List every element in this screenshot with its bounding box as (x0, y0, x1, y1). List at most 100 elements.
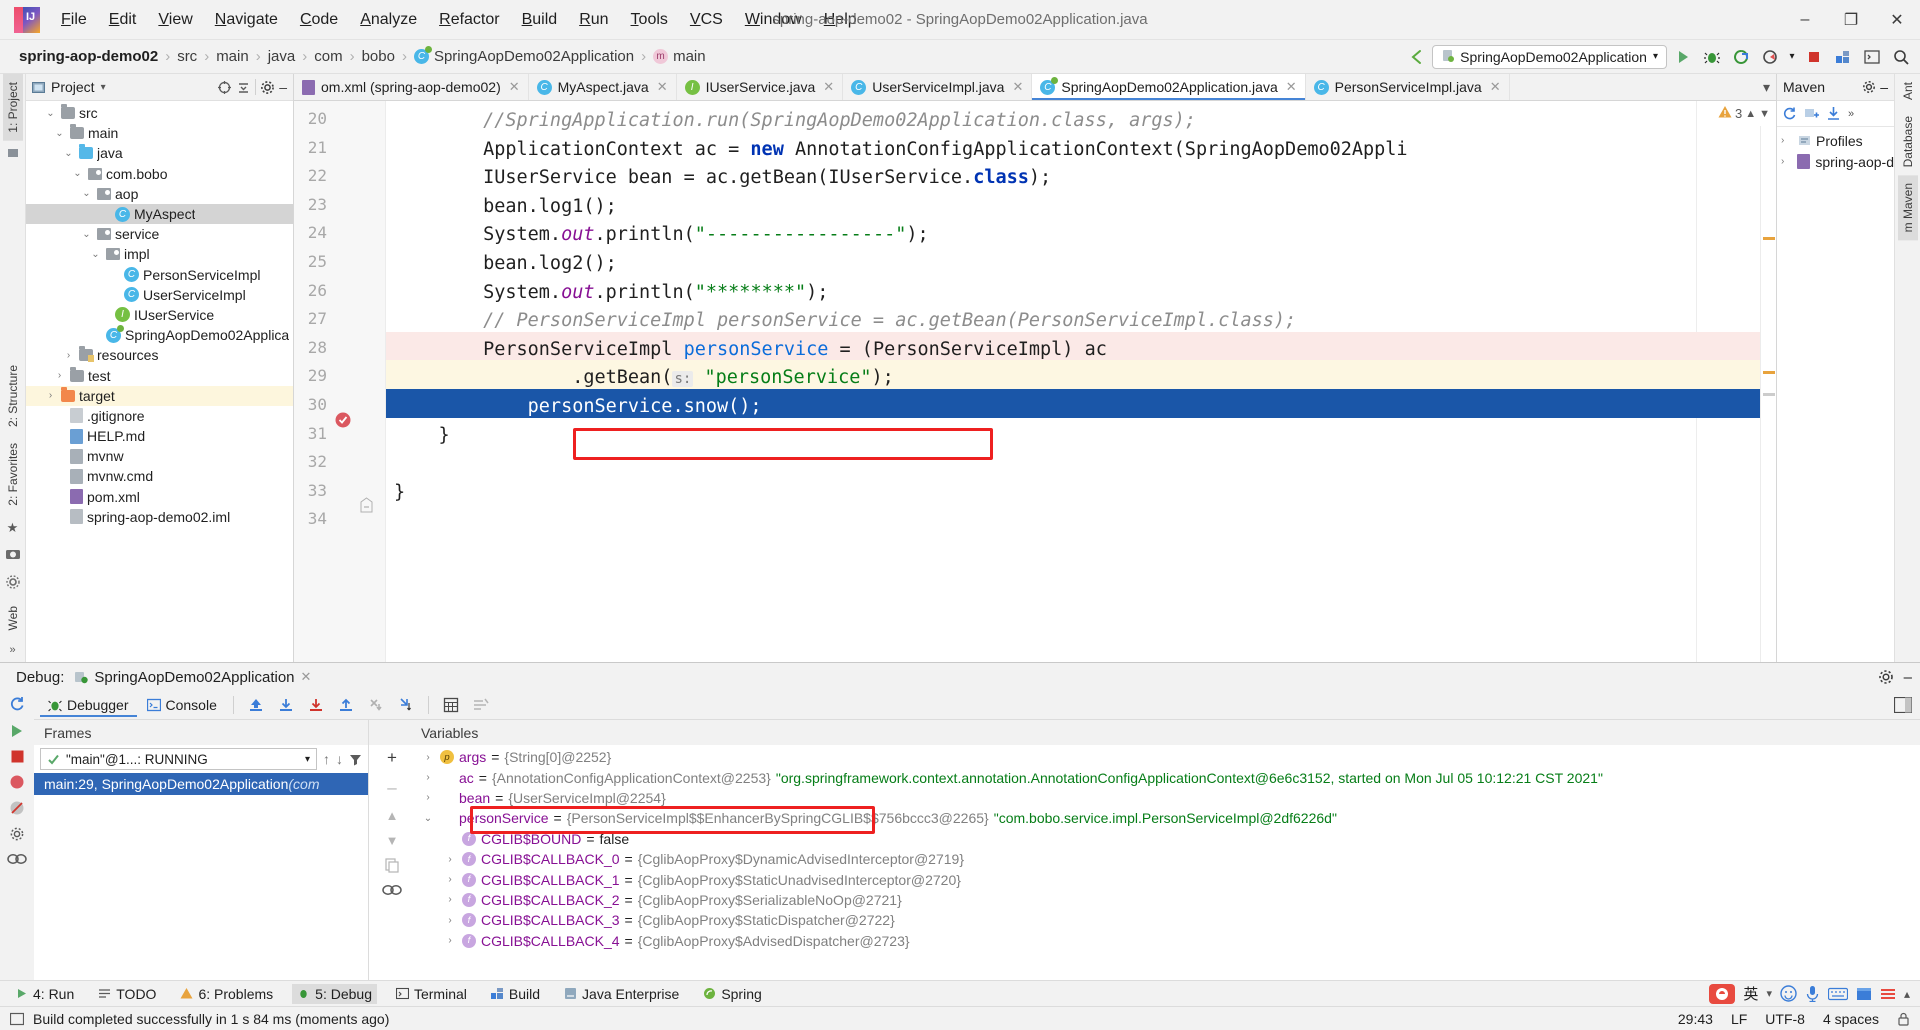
tree-expand-arrow[interactable]: ⌄ (44, 108, 57, 119)
sidebar-tab-web[interactable]: Web (3, 598, 23, 638)
menu-run[interactable]: Run (568, 6, 619, 34)
tree-node-personserviceimpl[interactable]: C PersonServiceImpl (26, 265, 293, 285)
ime-indicator[interactable]: 英 (1743, 983, 1758, 1004)
filter-icon[interactable] (349, 753, 362, 766)
tree-node-spring-aop-demo02-iml[interactable]: spring-aop-demo02.iml (26, 507, 293, 527)
close-icon[interactable]: ✕ (823, 79, 834, 95)
run-button[interactable] (1670, 44, 1696, 70)
tree-expand-arrow[interactable]: › (53, 370, 66, 381)
tree-node-mvnw-cmd[interactable]: mvnw.cmd (26, 466, 293, 486)
force-step-into-icon[interactable] (368, 697, 384, 713)
toolwindow-terminal[interactable]: Terminal (391, 984, 472, 1004)
variable-expand-arrow[interactable]: › (421, 792, 435, 803)
settings-layout-icon[interactable] (473, 697, 489, 713)
breadcrumb-item-bobo[interactable]: bobo (359, 47, 398, 66)
line-separator[interactable]: LF (1731, 1011, 1747, 1027)
tree-expand-arrow[interactable]: ⌄ (80, 188, 93, 199)
menu-build[interactable]: Build (511, 6, 569, 34)
sidebar-tab-database[interactable]: Database (1898, 108, 1918, 175)
tree-expand-arrow[interactable]: ⌄ (71, 168, 84, 179)
more-icon[interactable]: » (9, 644, 15, 656)
editor-tab-om-xml-spring-aop-demo02-[interactable]: om.xml (spring-aop-demo02) ✕ (294, 74, 529, 100)
gear-icon[interactable] (1878, 669, 1894, 685)
editor-tabs-overflow-icon[interactable]: ▾ (1757, 74, 1776, 100)
breadcrumb-item-main[interactable]: m main (650, 47, 709, 66)
variable-expand-arrow[interactable]: › (443, 915, 457, 926)
close-icon[interactable]: ✕ (1286, 79, 1297, 95)
variable-row-cglib-callback-3[interactable]: › f CGLIB$CALLBACK_3 = {CglibAopProxy$Stat… (415, 910, 1920, 930)
variable-row-args[interactable]: › p args = {String[0]@2252} (415, 747, 1920, 767)
tree-node-pom-xml[interactable]: pom.xml (26, 487, 293, 507)
error-stripe[interactable] (1760, 101, 1776, 662)
locate-target-icon[interactable] (217, 80, 232, 95)
toolwindow-6-problems[interactable]: 6: Problems (175, 984, 278, 1004)
menu-file[interactable]: File (50, 6, 98, 34)
code-line-26[interactable]: System.out.println("********"); (394, 279, 828, 308)
breadcrumb-item-com[interactable]: com (311, 47, 345, 66)
variable-row-bean[interactable]: › bean = {UserServiceImpl@2254} (415, 788, 1920, 808)
maven-tree[interactable]: › Profiles › spring-aop-d (1777, 127, 1894, 172)
variable-row-cglib-callback-4[interactable]: › f CGLIB$CALLBACK_4 = {CglibAopProxy$Advi… (415, 931, 1920, 951)
watches-icon[interactable] (382, 883, 402, 897)
lock-icon[interactable] (1897, 1012, 1910, 1026)
variables-tree[interactable]: › p args = {String[0]@2252} › ac = {Annotati… (415, 747, 1920, 951)
run-to-cursor-icon[interactable] (398, 697, 414, 713)
code-line-25[interactable]: bean.log2(); (394, 250, 617, 279)
star-icon[interactable]: ★ (7, 520, 19, 536)
profile-button[interactable] (1757, 44, 1783, 70)
tree-node-aop[interactable]: ⌄ aop (26, 184, 293, 204)
maximize-button[interactable]: ❐ (1828, 0, 1874, 40)
close-icon[interactable]: ✕ (1012, 79, 1023, 95)
box-icon[interactable] (1856, 986, 1872, 1002)
tab-console[interactable]: Console (139, 693, 225, 717)
sidebar-tab-project[interactable]: 1: Project (2, 74, 23, 141)
gear-icon[interactable] (1862, 80, 1876, 94)
tree-node-impl[interactable]: ⌄ impl (26, 244, 293, 264)
close-icon[interactable]: ✕ (301, 669, 312, 685)
breadcrumb-item-springaopdemo02application[interactable]: C SpringAopDemo02Application (411, 46, 637, 66)
tree-node-service[interactable]: ⌄ service (26, 224, 293, 244)
tree-node-resources[interactable]: › resources (26, 345, 293, 365)
variable-expand-arrow[interactable]: › (443, 894, 457, 905)
editor-tab-myaspect-java[interactable]: C MyAspect.java ✕ (529, 74, 677, 100)
breadcrumb-item-src[interactable]: src (174, 47, 200, 66)
prev-problem-icon[interactable]: ▲ (1745, 108, 1756, 120)
minimize-button[interactable]: – (1782, 0, 1828, 40)
variable-expand-arrow[interactable]: › (421, 772, 435, 783)
sidebar-tab-ant[interactable]: Ant (1898, 74, 1918, 108)
editor-gutter[interactable]: 20 21 22 23 24 25 26 27 28 29 30 31 32 33 34 (294, 101, 386, 662)
hide-icon[interactable]: – (1880, 79, 1888, 95)
variable-row-cglib-bound[interactable]: f CGLIB$BOUND = false (415, 829, 1920, 849)
tree-node-mvnw[interactable]: mvnw (26, 446, 293, 466)
chevron-down-icon[interactable]: ▾ (1786, 44, 1798, 70)
build-button[interactable] (1830, 44, 1856, 70)
variable-row-personservice[interactable]: ⌄ personService = {PersonServiceImpl$$Enh… (415, 808, 1920, 828)
toolwindow-java-enterprise[interactable]: Java Enterprise (559, 984, 684, 1004)
sidebar-tab-maven[interactable]: m Maven (1897, 175, 1918, 241)
back-arrow-icon[interactable] (1403, 44, 1429, 70)
event-log-icon[interactable] (10, 1012, 24, 1026)
code-line-23[interactable]: bean.log1(); (394, 193, 617, 222)
menu-refactor[interactable]: Refactor (428, 6, 510, 34)
settings-icon[interactable] (9, 826, 25, 842)
indent-setting[interactable]: 4 spaces (1823, 1011, 1879, 1027)
hide-icon[interactable]: – (279, 79, 287, 95)
project-tree[interactable]: ⌄ src ⌄ main ⌄ java ⌄ com.bobo ⌄ aop C MyAspect ⌄ ser… (26, 101, 293, 662)
tree-node-src[interactable]: ⌄ src (26, 103, 293, 123)
tree-expand-arrow[interactable]: ⌄ (53, 128, 66, 139)
menu-edit[interactable]: Edit (98, 6, 148, 34)
debug-button[interactable] (1699, 44, 1725, 70)
code-line-31[interactable]: } (394, 422, 450, 451)
tree-node-target[interactable]: › target (26, 385, 293, 406)
tree-expand-arrow[interactable]: › (44, 390, 57, 401)
close-icon[interactable]: ✕ (657, 79, 668, 95)
layout-settings-icon[interactable] (1894, 697, 1920, 713)
hide-icon[interactable]: – (1904, 669, 1912, 686)
frame-down-icon[interactable]: ↓ (336, 751, 343, 767)
minus-icon[interactable]: – (387, 778, 396, 798)
tree-node-springaopdemo02application[interactable]: CSpringAopDemo02Application (26, 324, 293, 345)
toolwindow-todo[interactable]: TODO (93, 984, 161, 1004)
close-icon[interactable]: ✕ (1490, 79, 1501, 95)
up-icon[interactable]: ▲ (386, 808, 399, 823)
project-panel-title[interactable]: Project ▾ (32, 79, 106, 95)
